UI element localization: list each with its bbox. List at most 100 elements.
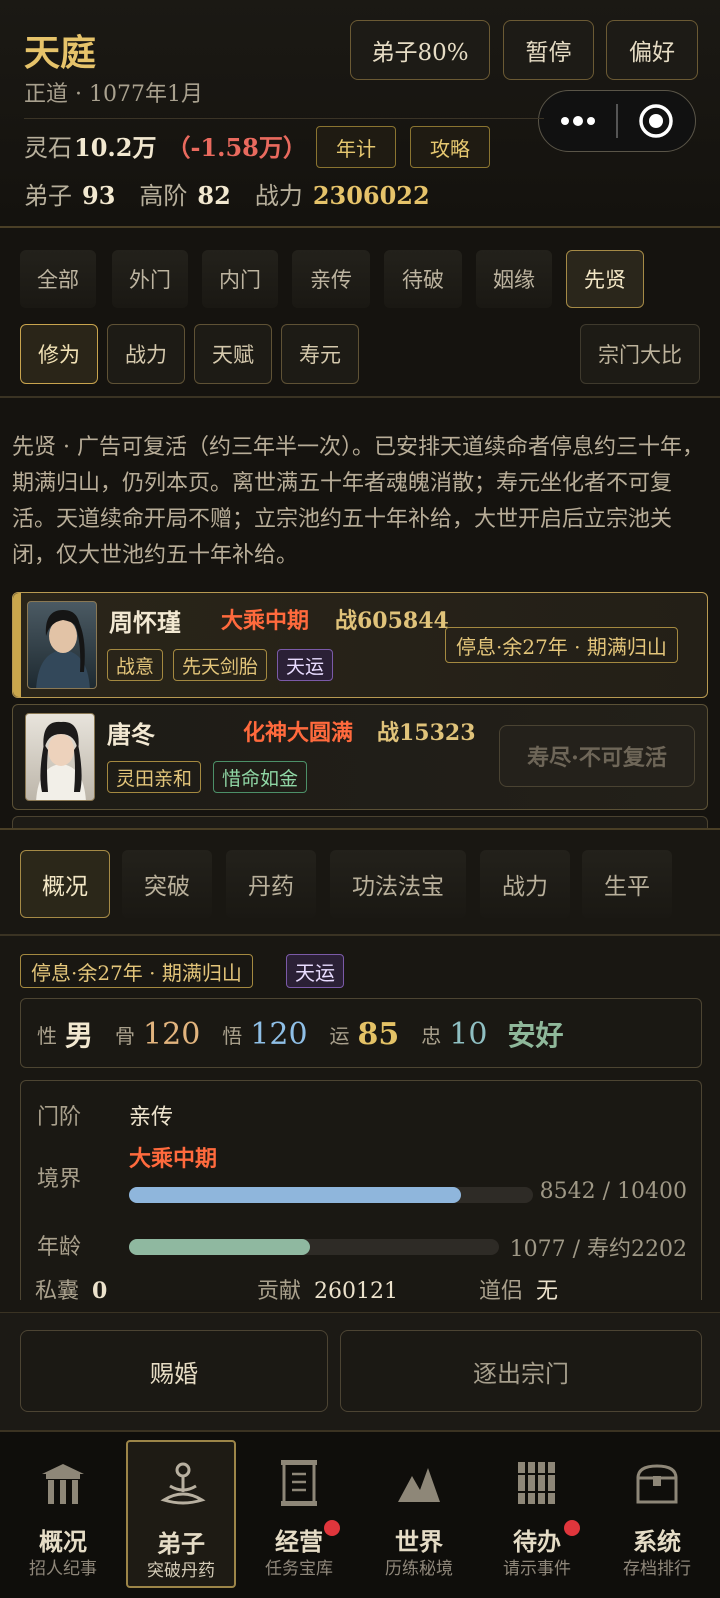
tab-outer[interactable]: 外门 — [112, 250, 188, 308]
sect-title: 天庭 — [24, 32, 97, 74]
purse-label: 私囊 — [35, 1279, 80, 1304]
sort-power[interactable]: 战力 — [107, 324, 185, 384]
tab-combat[interactable]: 战力 — [480, 850, 570, 918]
tab-ancestors[interactable]: 先贤 — [566, 250, 644, 308]
tab-all[interactable]: 全部 — [20, 250, 96, 308]
luck-value: 85 — [357, 1016, 400, 1052]
nav-title: 世界 — [395, 1527, 443, 1556]
wit-label: 悟 — [222, 1023, 243, 1048]
tab-biography[interactable]: 生平 — [582, 850, 672, 918]
disciple-power: 战15323 — [377, 720, 476, 746]
tab-breakthrough[interactable]: 突破 — [122, 850, 212, 918]
bone-label: 骨 — [115, 1023, 136, 1048]
nav-management[interactable]: 经营 任务宝库 — [244, 1440, 354, 1588]
more-options-icon[interactable] — [539, 91, 616, 151]
gender-label: 性 — [37, 1023, 57, 1048]
preferences-button[interactable]: 偏好 — [606, 20, 698, 80]
ancestors-notice: 先贤 · 广告可复活（约三年半一次）。已安排天道续命者停息约三十年，期满归山，仍… — [12, 435, 704, 568]
miniprogram-capsule — [538, 90, 696, 152]
loyalty-value: 10 — [449, 1016, 488, 1052]
gate-icon — [42, 1464, 84, 1504]
age-progress-text: 1077 / 寿约2202 — [509, 1237, 687, 1262]
sect-compare-button[interactable]: 宗门大比 — [580, 324, 700, 384]
avatar — [25, 713, 95, 801]
nav-title: 概况 — [39, 1527, 87, 1556]
nav-subtitle: 招人纪事 — [29, 1559, 97, 1579]
contribution-label: 贡献 — [257, 1279, 302, 1304]
tab-marriage[interactable]: 姻缘 — [476, 250, 552, 308]
nav-title: 待办 — [513, 1527, 561, 1556]
sect-subtitle: 正道 · 1077年1月 — [24, 82, 203, 107]
disciple-ratio-button[interactable]: 弟子80% — [350, 20, 490, 80]
purse-value: 0 — [92, 1278, 108, 1304]
spirit-stone-stat: 灵石 10.2万 （-1.58万） — [24, 128, 307, 163]
scroll-icon — [281, 1460, 317, 1506]
bone-value: 120 — [143, 1016, 201, 1052]
luck-tag: 天运 — [277, 649, 334, 681]
mountain-icon — [398, 1468, 440, 1502]
sort-cultivation[interactable]: 修为 — [20, 324, 98, 384]
gender-value: 男 — [65, 1019, 94, 1052]
yearly-plan-button[interactable]: 年计 — [316, 126, 396, 168]
avatar — [27, 601, 97, 689]
sort-talent[interactable]: 天赋 — [194, 324, 272, 384]
condition-value: 安好 — [507, 1019, 564, 1052]
nav-subtitle: 突破丹药 — [147, 1561, 215, 1581]
nav-subtitle: 任务宝库 — [265, 1559, 333, 1579]
info-panel: 门阶 亲传 境界 大乘中期 8542 / 10400 年龄 1077 / 寿约2… — [20, 1080, 702, 1304]
rank-value: 亲传 — [129, 1105, 174, 1130]
tab-pills[interactable]: 丹药 — [226, 850, 316, 918]
tab-inner[interactable]: 内门 — [202, 250, 278, 308]
nav-world[interactable]: 世界 历练秘境 — [364, 1440, 474, 1588]
realm-progress-bar — [129, 1187, 533, 1203]
close-miniprogram-icon[interactable] — [618, 91, 695, 151]
contribution-value: 260121 — [314, 1279, 398, 1304]
disciple-card[interactable]: 唐冬 化神大圆满 战15323 灵田亲和 惜命如金 寿尽·不可复活 — [12, 704, 708, 810]
disciple-card[interactable]: 周怀瑾 大乘中期 战605844 战意 先天剑胎 天运 停息·余27年 · 期满… — [12, 592, 708, 698]
age-label: 年龄 — [37, 1235, 82, 1260]
nav-title: 弟子 — [157, 1529, 205, 1558]
tab-direct[interactable]: 亲传 — [292, 250, 370, 308]
marry-button[interactable]: 赐婚 — [20, 1330, 328, 1412]
senior-count: 82 — [197, 181, 231, 210]
luck-label: 运 — [329, 1023, 350, 1048]
nav-title: 系统 — [633, 1527, 681, 1556]
spirit-stone-label: 灵石 — [24, 134, 72, 162]
power-value: 2306022 — [312, 181, 430, 210]
expel-button[interactable]: 逐出宗门 — [340, 1330, 702, 1412]
tab-pending-breakthrough[interactable]: 待破 — [384, 250, 462, 308]
attributes-panel: 性 男 骨 120 悟 120 运 85 忠 10 安好 — [20, 998, 702, 1068]
nav-disciples[interactable]: 弟子 突破丹药 — [126, 1440, 236, 1588]
partner-label: 道侣 — [479, 1279, 524, 1304]
disciple-name: 唐冬 — [107, 720, 155, 749]
sort-lifespan[interactable]: 寿元 — [281, 324, 359, 384]
stats-row: 弟子 93 高阶 82 战力 2306022 — [24, 176, 430, 211]
tab-techniques[interactable]: 功法法宝 — [330, 850, 466, 918]
pause-button[interactable]: 暂停 — [503, 20, 594, 80]
age-progress-fill — [129, 1239, 310, 1255]
rank-label: 门阶 — [37, 1105, 82, 1130]
tab-overview[interactable]: 概况 — [20, 850, 110, 918]
nav-title: 经营 — [275, 1527, 323, 1556]
nav-overview[interactable]: 概况 招人纪事 — [8, 1440, 118, 1588]
nav-todo[interactable]: 待办 请示事件 — [482, 1440, 592, 1588]
disciple-name: 周怀瑾 — [109, 608, 181, 637]
trait-tag: 先天剑胎 — [173, 649, 268, 681]
guide-button[interactable]: 攻略 — [410, 126, 490, 168]
disciple-power: 战605844 — [335, 608, 449, 634]
status-badge: 停息·余27年 · 期满归山 — [20, 954, 253, 988]
nav-subtitle: 存档排行 — [623, 1559, 691, 1579]
realm-progress-fill — [129, 1187, 461, 1203]
trait-tag: 惜命如金 — [213, 761, 308, 793]
power-label: 战力 — [254, 182, 303, 210]
meditation-icon — [160, 1462, 206, 1505]
age-progress-bar — [129, 1239, 499, 1255]
spirit-stone-delta: （-1.58万） — [166, 133, 307, 162]
spirit-stone-value: 10.2万 — [74, 133, 157, 162]
nav-subtitle: 历练秘境 — [385, 1559, 453, 1579]
disciples-count: 93 — [82, 181, 116, 210]
nav-system[interactable]: 系统 存档排行 — [602, 1440, 712, 1588]
bamboo-slips-icon — [516, 1462, 558, 1504]
nav-subtitle: 请示事件 — [503, 1559, 571, 1579]
disciple-realm: 大乘中期 — [221, 608, 310, 634]
